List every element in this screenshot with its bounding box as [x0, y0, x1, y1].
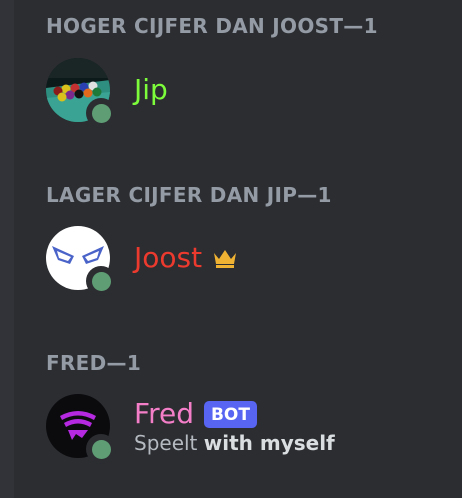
online-status-indicator — [86, 434, 116, 464]
avatar[interactable] — [46, 226, 116, 296]
member-jip[interactable]: Jip — [46, 58, 168, 128]
role-header-hoger-cijfer: HOGER CIJFER DAN JOOST—1 — [46, 14, 378, 38]
member-joost[interactable]: Joost — [46, 226, 238, 296]
member-list: HOGER CIJFER DAN JOOST—1 Jip LAGER CIJFE… — [14, 0, 462, 498]
member-name: Joost — [134, 241, 203, 274]
online-status-indicator — [86, 266, 116, 296]
avatar[interactable] — [46, 394, 116, 464]
online-status-indicator — [86, 98, 116, 128]
activity-name: with myself — [203, 431, 335, 455]
member-name: Fred — [134, 397, 194, 430]
member-activity: Speelt with myself — [134, 431, 335, 455]
member-name: Jip — [134, 73, 168, 106]
bot-badge: BOT — [203, 400, 257, 428]
channel-area-edge — [0, 0, 14, 498]
activity-prefix: Speelt — [134, 431, 198, 455]
crown-icon — [214, 250, 237, 268]
member-fred[interactable]: Fred BOT Speelt with myself — [46, 394, 335, 464]
avatar[interactable] — [46, 58, 116, 128]
role-header-lager-cijfer: LAGER CIJFER DAN JIP—1 — [46, 183, 332, 207]
role-header-fred: FRED—1 — [46, 351, 142, 375]
